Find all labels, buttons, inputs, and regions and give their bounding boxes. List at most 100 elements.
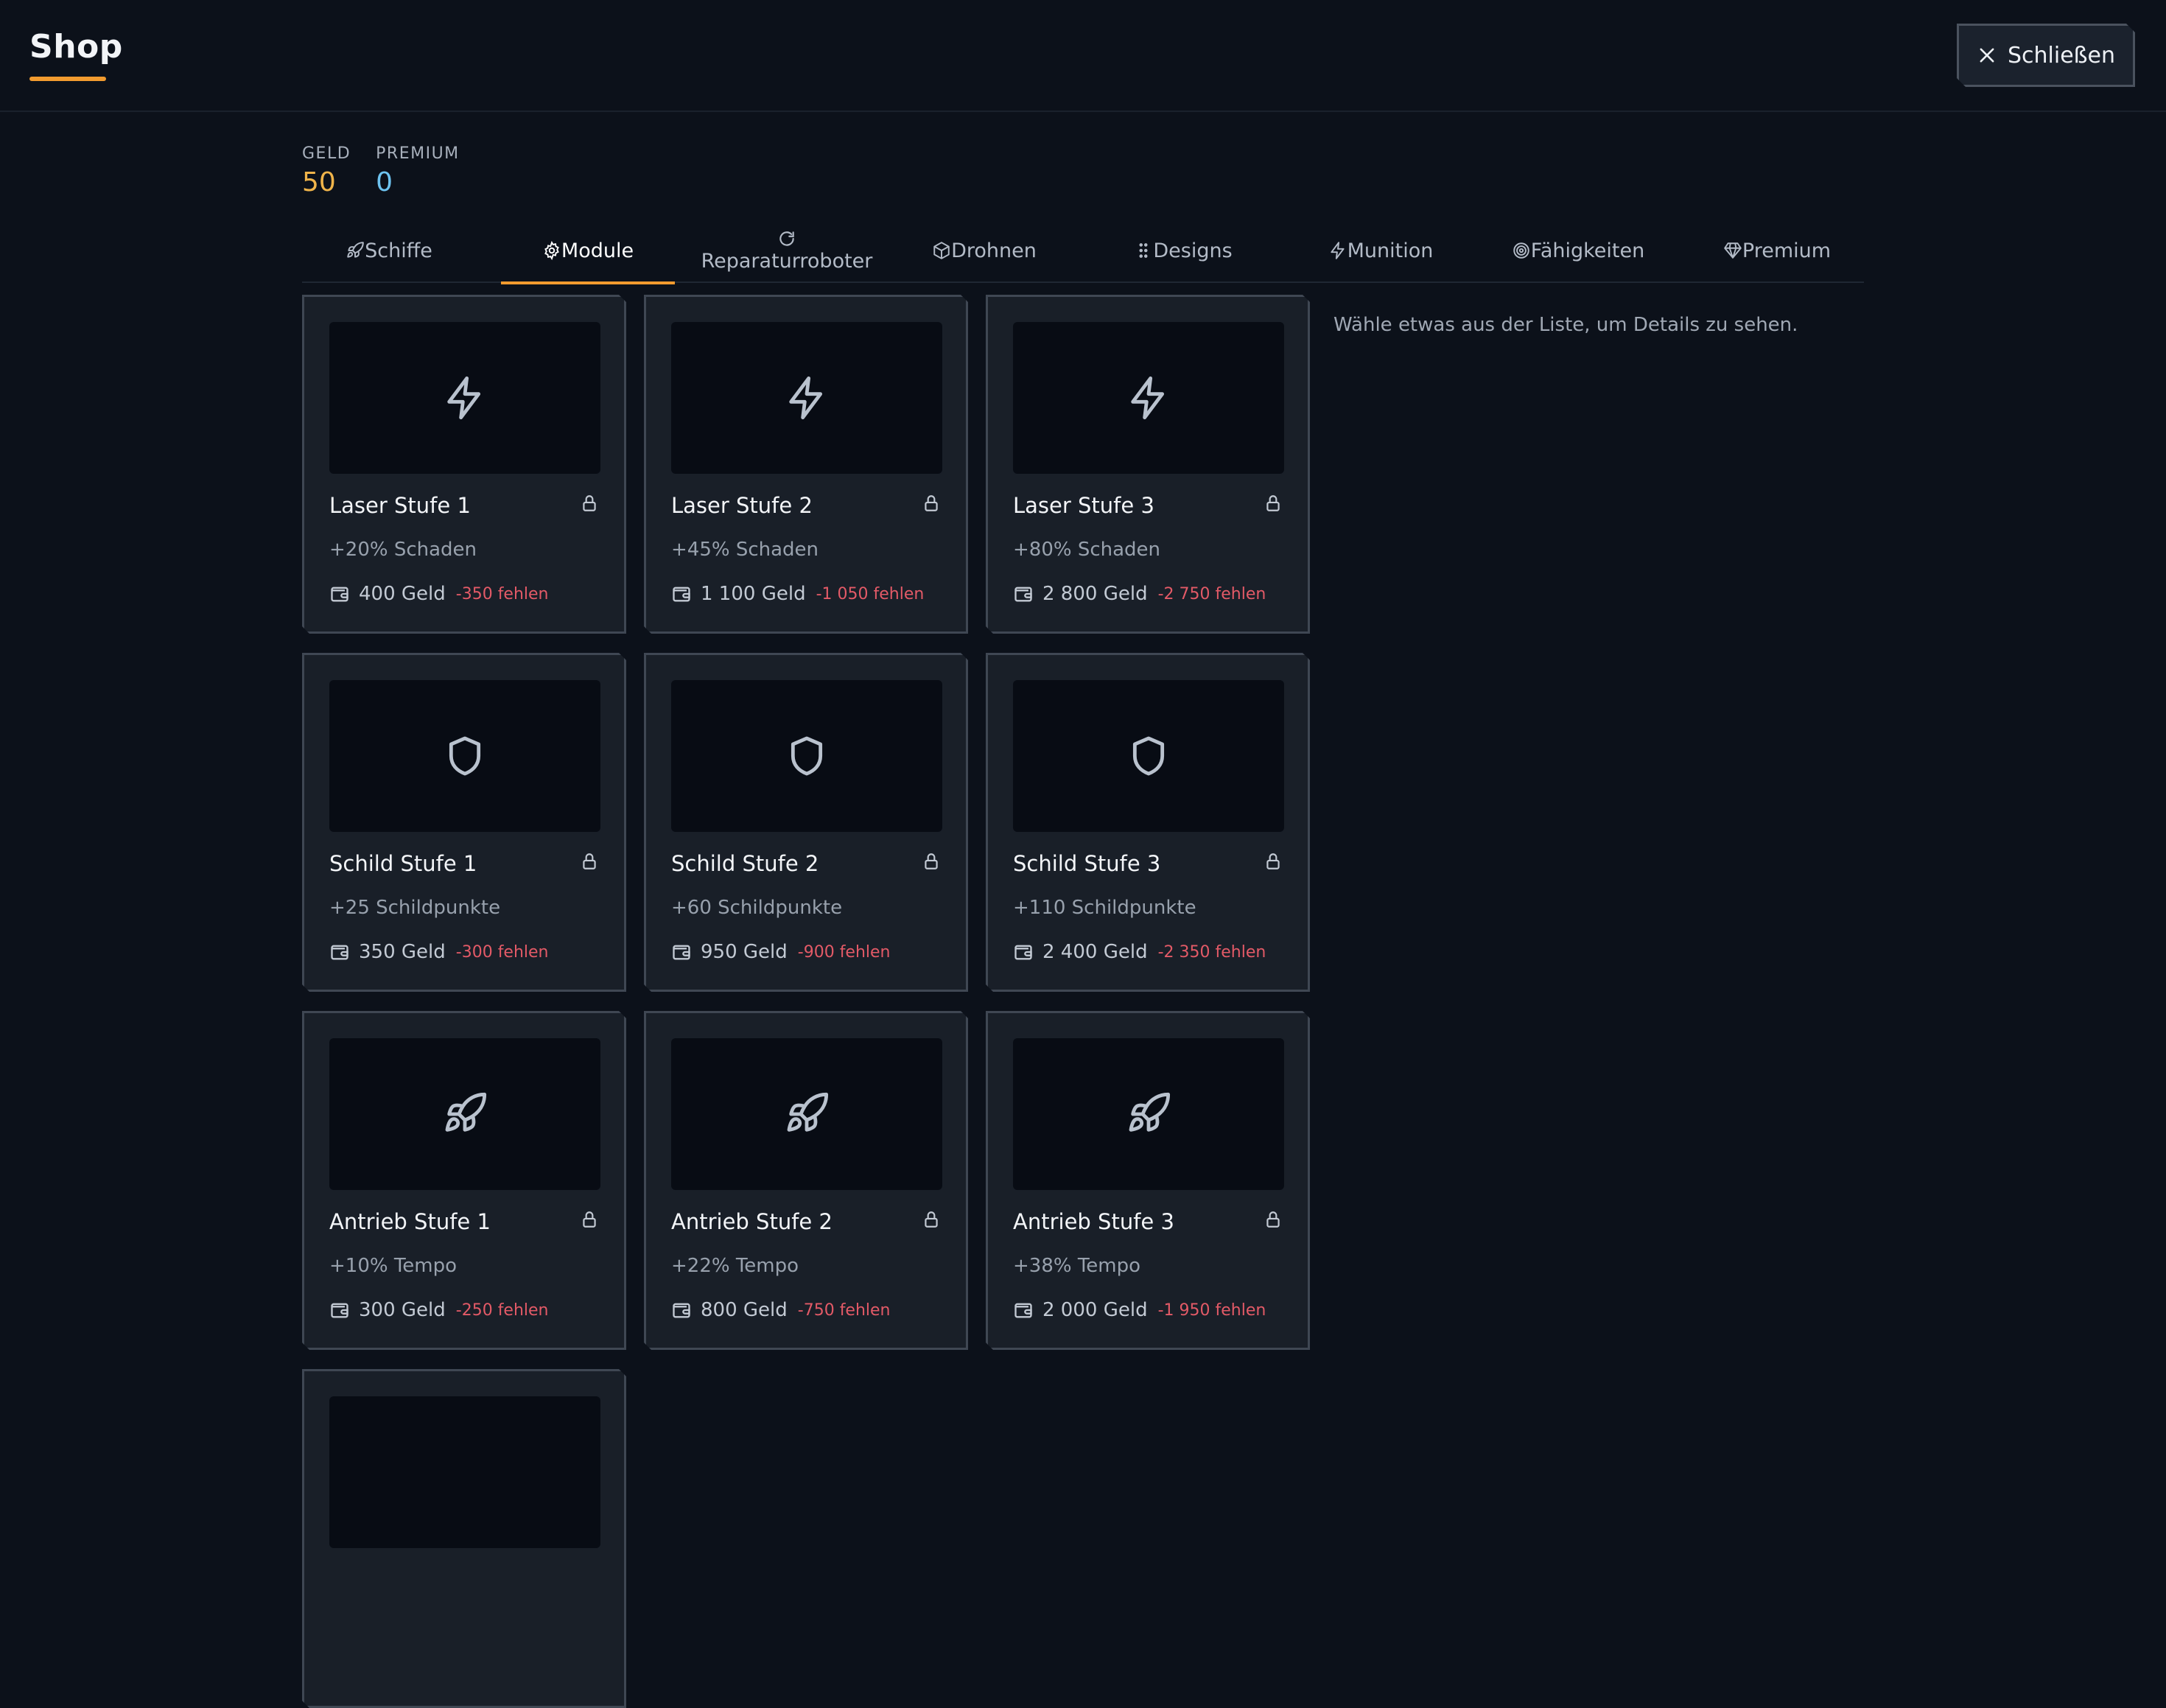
tab-reparaturroboter[interactable]: Reparaturroboter [700, 218, 874, 283]
item-card[interactable]: Antrieb Stufe 3 +38% Tempo 2 000 Geld -1… [986, 1011, 1310, 1350]
premium-value: 0 [376, 167, 393, 197]
shield-icon [1125, 732, 1172, 780]
geld-value: 50 [302, 167, 336, 197]
target-icon [1513, 242, 1529, 259]
item-card[interactable]: Schild Stufe 3 +110 Schildpunkte 2 400 G… [986, 653, 1310, 992]
item-name: Laser Stufe 2 [671, 493, 813, 518]
item-name: Antrieb Stufe 2 [671, 1209, 833, 1234]
wallet-geld: GELD 50 [302, 144, 351, 197]
tab-label: Premium [1742, 239, 1832, 262]
lightning-icon [1125, 374, 1172, 421]
tab-drohnen[interactable]: Drohnen [897, 218, 1071, 283]
item-effect: +20% Schaden [329, 539, 477, 561]
item-price-row: 2 800 Geld -2 750 fehlen [1013, 583, 1266, 605]
tab-faehigkeiten[interactable]: Fähigkeiten [1491, 218, 1665, 283]
item-price-row: 1 100 Geld -1 050 fehlen [671, 583, 924, 605]
item-price-row: 350 Geld -300 fehlen [329, 941, 549, 963]
item-image [1013, 680, 1284, 832]
lock-icon [922, 493, 941, 514]
close-button[interactable]: Schließen [1957, 24, 2135, 87]
item-effect: +38% Tempo [1013, 1255, 1141, 1277]
tab-label: Fähigkeiten [1530, 239, 1645, 262]
item-image [671, 680, 942, 832]
tab-module[interactable]: Module [501, 218, 675, 284]
item-missing: -250 fehlen [455, 1301, 549, 1320]
tab-label: Reparaturroboter [701, 249, 873, 273]
wallet-icon [1013, 584, 1034, 604]
item-effect: +60 Schildpunkte [671, 897, 843, 919]
item-effect: +80% Schaden [1013, 539, 1161, 561]
item-missing: -900 fehlen [797, 942, 891, 962]
wallet: GELD 50 PREMIUM 0 [302, 144, 460, 197]
item-name: Schild Stufe 1 [329, 851, 477, 876]
diamond-icon [1724, 242, 1742, 259]
item-name: Antrieb Stufe 3 [1013, 1209, 1174, 1234]
tab-designs[interactable]: Designs [1096, 218, 1270, 283]
item-card[interactable]: Schild Stufe 1 +25 Schildpunkte 350 Geld… [302, 653, 626, 992]
rocket-icon [1125, 1091, 1172, 1138]
item-price: 300 Geld [359, 1299, 446, 1321]
lightning-icon [441, 374, 488, 421]
item-price-row: 400 Geld -350 fehlen [329, 583, 549, 605]
item-price: 400 Geld [359, 583, 446, 605]
item-card[interactable]: Laser Stufe 2 +45% Schaden 1 100 Geld -1… [644, 295, 968, 634]
rocket-icon [783, 1091, 830, 1138]
wallet-icon [1013, 942, 1034, 962]
item-missing: -350 fehlen [455, 584, 549, 603]
wallet-icon [671, 584, 692, 604]
item-image [329, 1396, 600, 1548]
item-missing: -2 750 fehlen [1157, 584, 1266, 603]
tab-premium[interactable]: Premium [1690, 218, 1864, 283]
item-price: 2 400 Geld [1042, 941, 1148, 963]
item-price: 350 Geld [359, 941, 446, 963]
item-card[interactable]: Laser Stufe 3 +80% Schaden 2 800 Geld -2… [986, 295, 1310, 634]
item-image [671, 322, 942, 474]
tab-munition[interactable]: Munition [1294, 218, 1468, 283]
item-price-row: 2 000 Geld -1 950 fehlen [1013, 1299, 1266, 1321]
shield-icon [441, 732, 488, 780]
item-image [329, 322, 600, 474]
item-image [329, 1038, 600, 1190]
item-name: Schild Stufe 3 [1013, 851, 1161, 876]
tab-label: Designs [1153, 239, 1233, 262]
category-tabs: Schiffe Module Reparaturroboter Drohnen … [302, 218, 1864, 284]
dots-icon [1139, 243, 1148, 258]
item-effect: +45% Schaden [671, 539, 819, 561]
refresh-icon [779, 231, 794, 246]
lock-icon [580, 1209, 599, 1230]
wallet-icon [329, 942, 350, 962]
item-price: 2 800 Geld [1042, 583, 1148, 605]
rocket-icon [441, 1091, 488, 1138]
item-name: Antrieb Stufe 1 [329, 1209, 491, 1234]
lightning-icon [1330, 242, 1345, 259]
item-card[interactable] [302, 1369, 626, 1708]
tab-schiffe[interactable]: Schiffe [302, 218, 476, 283]
item-price-row: 300 Geld -250 fehlen [329, 1299, 549, 1321]
wallet-icon [329, 584, 350, 604]
item-image [329, 680, 600, 832]
item-effect: +22% Tempo [671, 1255, 799, 1277]
lock-icon [1264, 851, 1283, 872]
lock-icon [580, 851, 599, 872]
wallet-premium: PREMIUM 0 [376, 144, 460, 197]
details-hint: Wähle etwas aus der Liste, um Details zu… [1333, 314, 1798, 336]
page-title: Shop [29, 28, 123, 66]
tab-label: Schiffe [365, 239, 432, 262]
geld-label: GELD [302, 144, 351, 163]
item-price: 1 100 Geld [701, 583, 806, 605]
top-bar: Shop Schließen [0, 0, 2166, 112]
item-price: 800 Geld [701, 1299, 788, 1321]
item-card[interactable]: Antrieb Stufe 1 +10% Tempo 300 Geld -250… [302, 1011, 626, 1350]
wallet-icon [671, 1300, 692, 1320]
item-image [671, 1038, 942, 1190]
item-missing: -2 350 fehlen [1157, 942, 1266, 962]
item-price-row: 2 400 Geld -2 350 fehlen [1013, 941, 1266, 963]
item-effect: +10% Tempo [329, 1255, 458, 1277]
item-missing: -1 050 fehlen [816, 584, 925, 603]
item-name: Laser Stufe 3 [1013, 493, 1154, 518]
lightning-icon [783, 374, 830, 421]
item-card[interactable]: Antrieb Stufe 2 +22% Tempo 800 Geld -750… [644, 1011, 968, 1350]
item-card[interactable]: Schild Stufe 2 +60 Schildpunkte 950 Geld… [644, 653, 968, 992]
item-card[interactable]: Laser Stufe 1 +20% Schaden 400 Geld -350… [302, 295, 626, 634]
tab-label: Munition [1347, 239, 1434, 262]
